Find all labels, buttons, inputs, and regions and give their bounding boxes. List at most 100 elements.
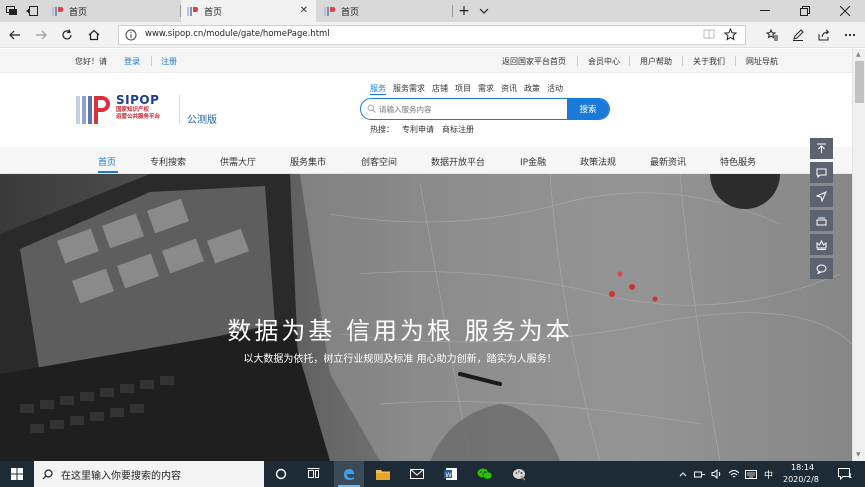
task-view-icon[interactable] (298, 461, 328, 487)
hot-item-trademark[interactable]: 商标注册 (442, 124, 474, 135)
logo-text[interactable]: SIPOP 国家知识产权 运营公共服务平台 (116, 93, 160, 121)
util-link-member-center[interactable]: 会员中心 (588, 56, 620, 67)
register-link[interactable]: 注册 (161, 56, 177, 67)
floating-side-tools (810, 138, 833, 282)
hero-title: 数据为基 信用为根 服务为本 (227, 317, 573, 345)
back-arrow-icon[interactable] (6, 26, 24, 44)
nav-policy[interactable]: 政策法规 (580, 155, 616, 168)
send-icon[interactable] (810, 186, 833, 207)
paint-icon[interactable] (504, 461, 534, 487)
search-cat-news[interactable]: 资讯 (501, 83, 517, 95)
new-tab-icon[interactable]: + (456, 0, 472, 22)
windows-start-icon[interactable] (0, 461, 34, 487)
nav-maker-space[interactable]: 创客空间 (361, 155, 397, 168)
nav-supply-demand[interactable]: 供需大厅 (220, 155, 256, 168)
minimize-icon[interactable] (745, 0, 785, 22)
hero-subtitle: 以大数据为依托，树立行业规则及标准 用心助力创新，踏实为人服务！ (243, 354, 557, 365)
wechat-icon[interactable] (470, 461, 500, 487)
nav-patent-search[interactable]: 专利搜索 (150, 155, 186, 168)
scroll-thumb[interactable] (855, 61, 864, 103)
login-link[interactable]: 登录 (124, 56, 140, 67)
search-icon (42, 468, 53, 480)
restore-icon[interactable] (785, 0, 825, 22)
favorites-hub-icon[interactable] (763, 26, 781, 44)
forward-arrow-icon[interactable] (32, 26, 50, 44)
search-cat-shop[interactable]: 店铺 (432, 83, 448, 95)
nav-latest-news[interactable]: 最新资讯 (650, 155, 686, 168)
hero-banner[interactable]: 数据为基 信用为根 服务为本 以大数据为依托，树立行业规则及标准 用心助力创新，… (0, 174, 852, 461)
reading-view-icon[interactable] (703, 29, 715, 40)
set-aside-tabs-icon[interactable] (24, 0, 40, 22)
site-search-button[interactable]: 搜索 (567, 99, 609, 119)
page-scrollbar[interactable]: ▲ ▼ (852, 49, 865, 461)
search-cat-demand[interactable]: 需求 (478, 83, 494, 95)
word-icon[interactable]: W (436, 461, 466, 487)
nav-service-market[interactable]: 服务集市 (290, 155, 326, 168)
mail-icon[interactable] (402, 461, 432, 487)
search-cat-service-demand[interactable]: 服务需求 (393, 83, 425, 95)
util-divider (629, 56, 630, 66)
ime-indicator[interactable]: 中 (764, 468, 773, 481)
keyboard-icon[interactable] (743, 461, 759, 487)
search-cat-project[interactable]: 项目 (455, 83, 471, 95)
file-explorer-icon[interactable] (368, 461, 398, 487)
scroll-down-icon[interactable]: ▼ (856, 451, 861, 458)
util-divider (735, 56, 736, 66)
more-options-icon[interactable] (841, 26, 859, 44)
home-icon[interactable] (85, 26, 103, 44)
edge-browser-icon[interactable] (334, 461, 364, 487)
network-icon[interactable] (726, 461, 742, 487)
clock-time[interactable]: 18:14 (791, 463, 814, 472)
nav-featured-services[interactable]: 特色服务 (720, 155, 756, 168)
chat-icon[interactable] (810, 258, 833, 279)
util-divider (682, 56, 683, 66)
site-search-box: 搜索 (360, 98, 610, 120)
tab-2-active[interactable]: 首页 ✕ (181, 0, 316, 22)
tab-3[interactable]: 首页 (318, 0, 452, 22)
site-search-input[interactable] (379, 102, 569, 116)
util-link-site-nav[interactable]: 网址导航 (746, 56, 778, 67)
refresh-icon[interactable] (58, 26, 76, 44)
hot-item-patent[interactable]: 专利申请 (402, 124, 434, 135)
browser-tab-strip: 首页 首页 ✕ 首页 + (0, 0, 865, 22)
taskbar-search-box[interactable]: 在这里输入你要搜索的内容 (34, 461, 264, 487)
message-icon[interactable] (810, 162, 833, 183)
close-tab-icon[interactable]: ✕ (300, 5, 308, 16)
logo-subtitle-line2: 运营公共服务平台 (116, 114, 161, 120)
search-cat-service[interactable]: 服务 (370, 83, 386, 95)
tab-title: 首页 (69, 7, 88, 18)
clock-date[interactable]: 2020/2/8 (783, 475, 819, 484)
nav-open-data[interactable]: 数据开放平台 (431, 155, 485, 168)
logo-divider (179, 95, 180, 125)
close-window-icon[interactable] (825, 0, 865, 22)
chevron-down-icon[interactable] (476, 0, 492, 22)
cortana-icon[interactable] (268, 461, 294, 487)
site-info-icon[interactable] (125, 29, 137, 41)
tray-chevron-up-icon[interactable] (676, 461, 690, 487)
address-bar[interactable]: www.sipop.cn/module/gate/homePage.html (118, 25, 746, 45)
pen-icon[interactable] (789, 26, 807, 44)
back-to-top-icon[interactable] (810, 138, 833, 159)
util-link-user-help[interactable]: 用户帮助 (640, 56, 672, 67)
stack-icon[interactable] (810, 210, 833, 231)
tab-1[interactable]: 首页 (46, 0, 180, 22)
address-url[interactable]: www.sipop.cn/module/gate/homePage.html (145, 29, 330, 39)
scroll-up-icon[interactable]: ▲ (856, 51, 861, 58)
nav-ip-finance[interactable]: IP金融 (520, 155, 546, 168)
tab-actions-icon[interactable] (4, 0, 20, 22)
crown-icon[interactable] (810, 234, 833, 255)
favorite-star-icon[interactable] (724, 28, 737, 41)
nav-home[interactable]: 首页 (98, 155, 116, 168)
search-cat-activity[interactable]: 活动 (547, 83, 563, 95)
search-cat-policy[interactable]: 政策 (524, 83, 540, 95)
windows-taskbar: 在这里输入你要搜索的内容 W 中 18:14 2020/2/8 1 (0, 461, 865, 487)
tab-divider (452, 5, 453, 17)
sipop-logo-mark-icon[interactable] (76, 94, 112, 126)
volume-icon[interactable] (709, 461, 725, 487)
util-divider (577, 56, 578, 66)
main-navigation: 首页 专利搜索 供需大厅 服务集市 创客空间 数据开放平台 IP金融 政策法规 … (0, 147, 852, 174)
util-link-about-us[interactable]: 关于我们 (693, 56, 725, 67)
share-icon[interactable] (815, 26, 833, 44)
power-icon[interactable] (692, 461, 708, 487)
util-link-national-platform[interactable]: 返回国家平台首页 (502, 56, 566, 67)
